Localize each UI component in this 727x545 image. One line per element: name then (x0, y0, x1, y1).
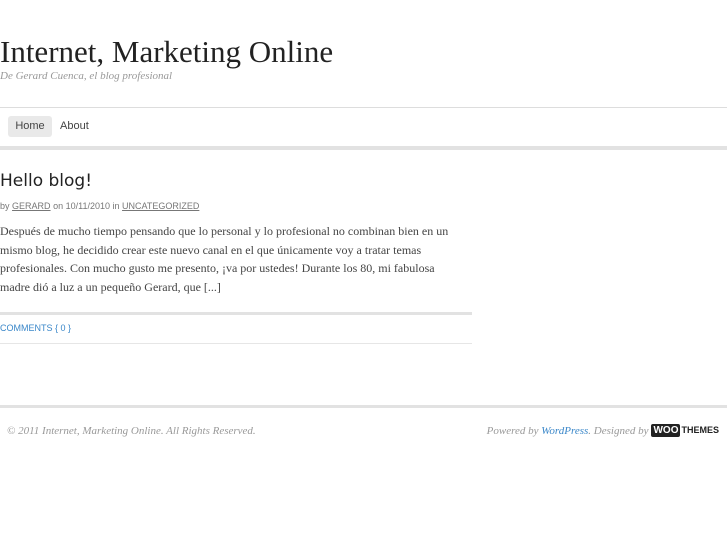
author-link[interactable]: Gerard (12, 201, 51, 211)
nav-item-home[interactable]: Home (8, 116, 52, 137)
post-date: 10/11/2010 (65, 201, 110, 211)
main-nav: Home About (0, 107, 727, 150)
woo-logo-box: WOO (651, 424, 681, 437)
wordpress-link[interactable]: WordPress (541, 425, 588, 437)
site-title[interactable]: Internet, Marketing Online (0, 33, 333, 71)
comments-link[interactable]: Comments { 0 } (0, 323, 71, 334)
meta-on-label: on (53, 201, 64, 211)
footer-copyright: © 2011 Internet, Marketing Online. All R… (7, 425, 256, 437)
footer-credits: Powered by WordPress. Designed by WOO THEM… (487, 424, 719, 439)
meta-by-label: by (0, 201, 10, 211)
woothemes-logo[interactable]: WOO THEMES (651, 424, 719, 437)
post-meta: by Gerard on 10/11/2010 in Uncategorized (0, 201, 199, 212)
post-divider (0, 312, 472, 315)
woo-logo-text: THEMES (681, 425, 719, 435)
post-excerpt: Después de mucho tiempo pensando que lo … (0, 224, 449, 294)
powered-by-label: Powered by (486, 425, 539, 437)
meta-in-label: in (112, 201, 120, 211)
category-link[interactable]: Uncategorized (122, 201, 199, 211)
nav-item-about[interactable]: About (60, 116, 89, 137)
post-bottom-divider (0, 343, 472, 344)
site-description: De Gerard Cuenca, el blog profesional (0, 70, 173, 82)
designed-by-label: . Designed by (588, 425, 649, 437)
footer-divider (0, 405, 727, 408)
post-title[interactable]: Hello blog! (0, 170, 92, 192)
